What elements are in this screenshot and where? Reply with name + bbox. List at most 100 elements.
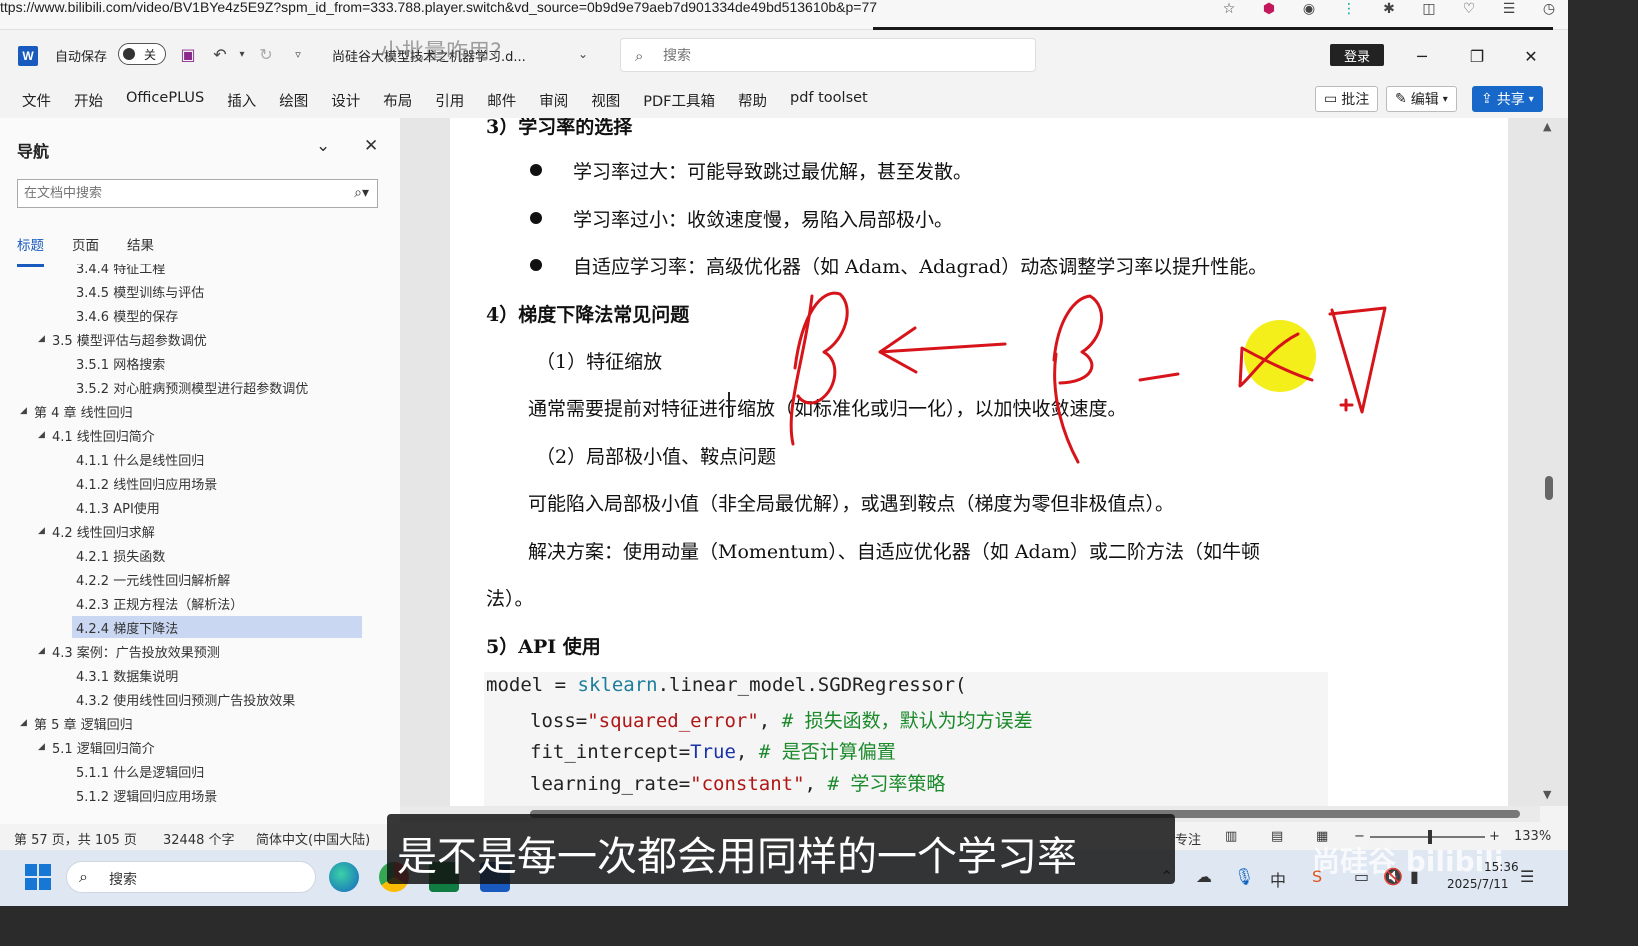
expand-triangle-icon[interactable]: ◢ <box>38 430 52 440</box>
bookmark-star-icon[interactable]: ☆ <box>1220 1 1238 17</box>
nav-heading-item[interactable]: 4.2.2 一元线性回归解析解 <box>76 568 230 590</box>
expand-triangle-icon[interactable]: ◢ <box>20 406 34 416</box>
focus-mode-button[interactable]: 专注 <box>1175 829 1201 848</box>
comments-button[interactable]: ▭ 批注 <box>1315 86 1379 112</box>
extensions-puzzle-icon[interactable]: ✱ <box>1380 1 1398 17</box>
autosave-toggle[interactable]: 关 <box>118 43 166 65</box>
menu-help[interactable]: 帮助 <box>738 90 767 111</box>
tab-headings[interactable]: 标题 <box>17 234 44 267</box>
menu-file[interactable]: 文件 <box>22 90 51 111</box>
expand-triangle-icon[interactable]: ◢ <box>38 742 52 752</box>
menu-references[interactable]: 引用 <box>435 90 464 111</box>
document-page[interactable]: 3）学习率的选择 学习率过大：可能导致跳过最优解，甚至发散。 学习率过小：收敛速… <box>450 118 1508 806</box>
menu-view[interactable]: 视图 <box>591 90 620 111</box>
network-icon[interactable]: ▭ <box>1354 867 1369 886</box>
word-search-input[interactable] <box>663 45 1023 67</box>
vertical-scroll-thumb[interactable] <box>1545 476 1553 500</box>
nav-options-chevron-icon[interactable]: ⌄ <box>316 136 330 156</box>
split-screen-icon[interactable]: ◫ <box>1420 1 1438 17</box>
nav-heading-item[interactable]: ◢ 5.1 逻辑回归简介 <box>38 736 155 758</box>
nav-heading-item[interactable]: 3.4.4 特征工程 <box>76 264 165 278</box>
nav-heading-item[interactable]: 4.1.2 线性回归应用场景 <box>76 472 217 494</box>
extension-audio-icon[interactable]: ⋮ <box>1340 1 1358 17</box>
language-indicator[interactable]: 简体中文(中国大陆) <box>256 829 370 848</box>
customize-toolbar-icon[interactable]: ▿ <box>288 44 308 64</box>
onedrive-icon[interactable]: ☁ <box>1196 867 1212 886</box>
nav-heading-item[interactable]: 4.2.4 梯度下降法 <box>72 616 362 638</box>
menu-officeplus[interactable]: OfficePLUS <box>126 90 204 111</box>
nav-heading-item[interactable]: 5.1.2 逻辑回归应用场景 <box>76 784 217 806</box>
read-mode-icon[interactable]: ▥ <box>1225 829 1237 844</box>
menu-draw[interactable]: 绘图 <box>279 90 308 111</box>
expand-triangle-icon[interactable]: ◢ <box>38 646 52 656</box>
page-count[interactable]: 第 57 页，共 105 页 <box>14 829 137 848</box>
windows-start-icon[interactable] <box>25 864 51 890</box>
save-icon[interactable]: ▣ <box>178 44 198 64</box>
word-search-box[interactable]: ⌕ <box>620 38 1036 72</box>
menu-insert[interactable]: 插入 <box>227 90 256 111</box>
extension-owl-icon[interactable]: ◉ <box>1300 1 1318 17</box>
login-button[interactable]: 登录 <box>1330 44 1384 66</box>
nav-search-box[interactable]: ⌕▾ <box>17 179 378 208</box>
editing-button[interactable]: ✎ 编辑 ▾ <box>1386 86 1457 112</box>
menu-pdf-toolset[interactable]: pdf toolset <box>790 90 868 111</box>
zoom-level[interactable]: 133% <box>1514 829 1551 844</box>
nav-close-icon[interactable]: ✕ <box>364 136 378 156</box>
nav-heading-item[interactable]: 3.5.1 网格搜索 <box>76 352 165 374</box>
expand-triangle-icon[interactable]: ◢ <box>38 334 52 344</box>
nav-heading-item[interactable]: 4.3.1 数据集说明 <box>76 664 178 686</box>
menu-design[interactable]: 设计 <box>331 90 360 111</box>
minimize-icon[interactable]: ─ <box>1410 44 1434 68</box>
menu-mailings[interactable]: 邮件 <box>487 90 516 111</box>
expand-triangle-icon[interactable]: ◢ <box>20 718 34 728</box>
nav-heading-item[interactable]: 4.1.3 API使用 <box>76 496 160 518</box>
taskbar-search[interactable]: ⌕ 搜索 <box>66 861 316 893</box>
menu-pdf-toolbox[interactable]: PDF工具箱 <box>643 90 715 111</box>
nav-heading-item[interactable]: 3.5.2 对心脏病预测模型进行超参数调优 <box>76 376 308 398</box>
menu-layout[interactable]: 布局 <box>383 90 412 111</box>
nav-heading-item[interactable]: ◢ 4.3 案例：广告投放效果预测 <box>38 640 220 662</box>
tab-results[interactable]: 结果 <box>127 234 154 267</box>
tab-pages[interactable]: 页面 <box>72 234 99 267</box>
redo-icon[interactable]: ↻ <box>256 44 276 64</box>
nav-heading-item[interactable]: 3.4.6 模型的保存 <box>76 304 178 326</box>
nav-heading-item[interactable]: 4.2.3 正规方程法（解析法） <box>76 592 243 614</box>
clock-date[interactable]: 2025/7/11 <box>1447 877 1509 891</box>
nav-heading-item[interactable]: ◢ 第 4 章 线性回归 <box>20 400 133 422</box>
input-method-icon[interactable]: 中 <box>1270 867 1286 891</box>
menu-home[interactable]: 开始 <box>74 90 103 111</box>
nav-heading-item[interactable]: ◢ 4.1 线性回归简介 <box>38 424 155 446</box>
vertical-scrollbar[interactable]: ▲ ▼ <box>1540 118 1558 806</box>
close-icon[interactable]: ✕ <box>1519 44 1543 68</box>
nav-heading-item[interactable]: ◢ 4.2 线性回归求解 <box>38 520 155 542</box>
battery-icon[interactable]: ▮ <box>1410 867 1419 886</box>
word-count[interactable]: 32448 个字 <box>163 829 235 848</box>
nav-heading-item[interactable]: 4.1.1 什么是线性回归 <box>76 448 204 470</box>
edge-browser-icon[interactable] <box>329 862 359 892</box>
print-layout-icon[interactable]: ▤ <box>1271 829 1283 844</box>
notifications-icon[interactable]: ☰ <box>1520 867 1534 886</box>
nav-heading-item[interactable]: 5.1.1 什么是逻辑回归 <box>76 760 204 782</box>
nav-heading-item[interactable]: 4.2.1 损失函数 <box>76 544 165 566</box>
share-button[interactable]: ⇪ 共享 ▾ <box>1472 86 1543 112</box>
microphone-icon[interactable]: 🎙 <box>1234 867 1254 886</box>
scroll-down-icon[interactable]: ▼ <box>1543 788 1551 801</box>
undo-icon[interactable]: ↶ <box>210 44 230 64</box>
favorites-icon[interactable]: ♡ <box>1460 1 1478 17</box>
document-canvas[interactable]: 3）学习率的选择 学习率过大：可能导致跳过最优解，甚至发散。 学习率过小：收敛速… <box>400 118 1568 806</box>
search-icon[interactable]: ⌕▾ <box>354 185 369 201</box>
sogou-ime-icon[interactable]: S <box>1312 867 1322 886</box>
nav-heading-item[interactable]: ◢ 3.5 模型评估与超参数调优 <box>38 328 207 350</box>
volume-muted-icon[interactable]: 🔇 <box>1383 867 1403 886</box>
doc-name-chevron-icon[interactable]: ⌄ <box>573 44 593 64</box>
browser-url[interactable]: ttps://www.bilibili.com/video/BV1BYe4z5E… <box>0 0 877 14</box>
clock-time[interactable]: 15:36 <box>1484 860 1519 874</box>
history-clock-icon[interactable]: ◷ <box>1540 1 1558 17</box>
undo-dropdown-icon[interactable]: ▾ <box>232 44 252 64</box>
collections-icon[interactable]: ☰ <box>1500 1 1518 17</box>
nav-heading-item[interactable]: ◢ 第 5 章 逻辑回归 <box>20 712 133 734</box>
menu-review[interactable]: 审阅 <box>539 90 568 111</box>
scroll-up-icon[interactable]: ▲ <box>1543 120 1551 133</box>
nav-heading-item[interactable]: 3.4.5 模型训练与评估 <box>76 280 204 302</box>
extension-shield-icon[interactable]: ⬢ <box>1260 1 1278 17</box>
